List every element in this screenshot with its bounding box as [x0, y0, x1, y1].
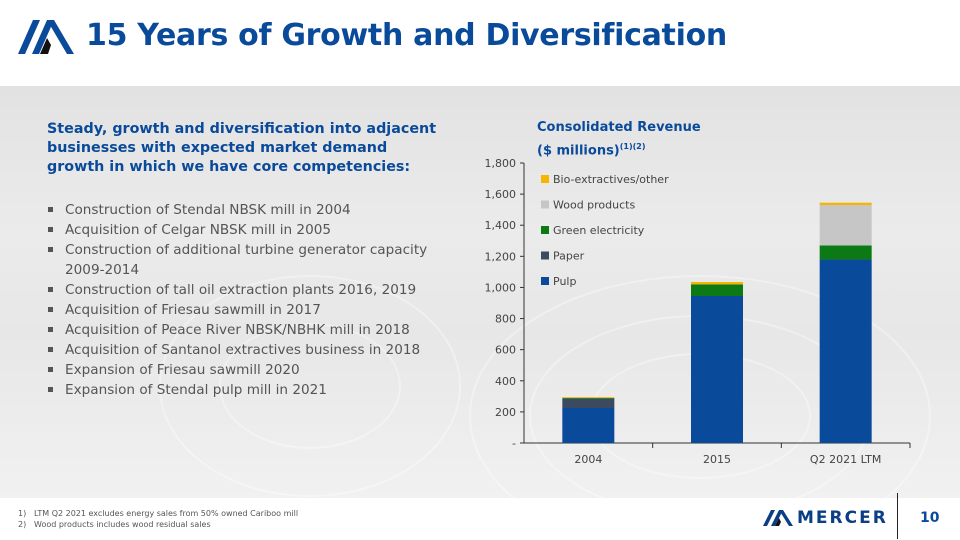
- footer-divider: [897, 493, 898, 539]
- legend-swatch: [541, 200, 549, 209]
- y-tick-label: 1,200: [485, 250, 517, 263]
- legend-label: Pulp: [553, 275, 576, 288]
- list-item: Acquisition of Peace River NBSK/NBHK mil…: [47, 320, 447, 340]
- y-tick-label: 1,800: [485, 157, 517, 170]
- legend-swatch: [541, 277, 549, 285]
- mercer-footer-logo-icon: [763, 510, 793, 526]
- footnote-1: 1) LTM Q2 2021 excludes energy sales from…: [18, 508, 298, 519]
- list-item: Expansion of Stendal pulp mill in 2021: [47, 380, 447, 400]
- legend-swatch: [541, 175, 549, 183]
- footnote-2: 2) Wood products includes wood residual s…: [18, 519, 298, 530]
- revenue-chart: - 200 400 600 800 1,000 1,200 1,400 1,600 1,800 20…: [485, 157, 911, 466]
- bar-segment: [819, 202, 872, 205]
- y-tick-label: 1,600: [485, 188, 517, 201]
- bar-segment: [691, 282, 743, 285]
- y-tick-label: 600: [495, 344, 516, 357]
- list-item: Construction of tall oil extraction plan…: [47, 280, 447, 300]
- x-tick-label: Q2 2021 LTM: [810, 453, 881, 466]
- mercer-logo-icon: [18, 20, 74, 54]
- footnote-text: Wood products includes wood residual sal…: [34, 520, 211, 529]
- brand-wordmark: MERCER: [797, 508, 888, 528]
- y-tick-label: 400: [495, 375, 516, 388]
- list-item: Acquisition of Friesau sawmill in 2017: [47, 300, 447, 320]
- list-item: Expansion of Friesau sawmill 2020: [47, 360, 447, 380]
- legend-label: Bio-extractives/other: [553, 173, 669, 186]
- intro-heading: Steady, growth and diversification into …: [47, 121, 437, 175]
- footnotes: 1) LTM Q2 2021 excludes energy sales from…: [18, 508, 298, 530]
- list-item: Construction of additional turbine gener…: [47, 240, 447, 280]
- footnote-number: 2): [18, 520, 27, 529]
- bar-segment: [562, 398, 615, 408]
- text-column: Steady, growth and diversification into …: [47, 120, 447, 400]
- x-tick-label: 2015: [703, 453, 731, 466]
- y-tick-label: 200: [495, 406, 516, 419]
- legend-swatch: [541, 251, 549, 260]
- page-title: 15 Years of Growth and Diversification: [86, 18, 727, 53]
- list-item: Acquisition of Santanol extractives busi…: [47, 340, 447, 360]
- bar-segment: [819, 259, 872, 443]
- page-number: 10: [920, 510, 940, 526]
- y-tick-label: 1,000: [485, 281, 517, 294]
- x-tick-label: 2004: [574, 453, 602, 466]
- legend-label: Paper: [553, 250, 585, 263]
- bar-segment: [691, 296, 743, 443]
- header: 15 Years of Growth and Diversification: [0, 0, 960, 86]
- bar-segment: [562, 397, 615, 398]
- footnote-number: 1): [18, 509, 27, 518]
- legend-label: Green electricity: [553, 224, 645, 237]
- bar-segment: [691, 284, 743, 296]
- y-tick-label: -: [512, 437, 516, 450]
- chart-title-line1: Consolidated Revenue: [537, 120, 701, 135]
- y-tick-label: 800: [495, 313, 516, 326]
- footnote-text: LTM Q2 2021 excludes energy sales from 5…: [34, 509, 299, 518]
- y-tick-label: 1,400: [485, 219, 517, 232]
- legend-label: Wood products: [553, 199, 635, 212]
- list-item: Acquisition of Celgar NBSK mill in 2005: [47, 220, 447, 240]
- bar-segment: [819, 205, 872, 246]
- bar-segment: [562, 397, 615, 399]
- bar-segment: [562, 408, 615, 443]
- list-item: Construction of Stendal NBSK mill in 200…: [47, 200, 447, 220]
- legend-swatch: [541, 226, 549, 234]
- milestone-list: Construction of Stendal NBSK mill in 200…: [47, 200, 447, 400]
- bar-segment: [819, 245, 872, 260]
